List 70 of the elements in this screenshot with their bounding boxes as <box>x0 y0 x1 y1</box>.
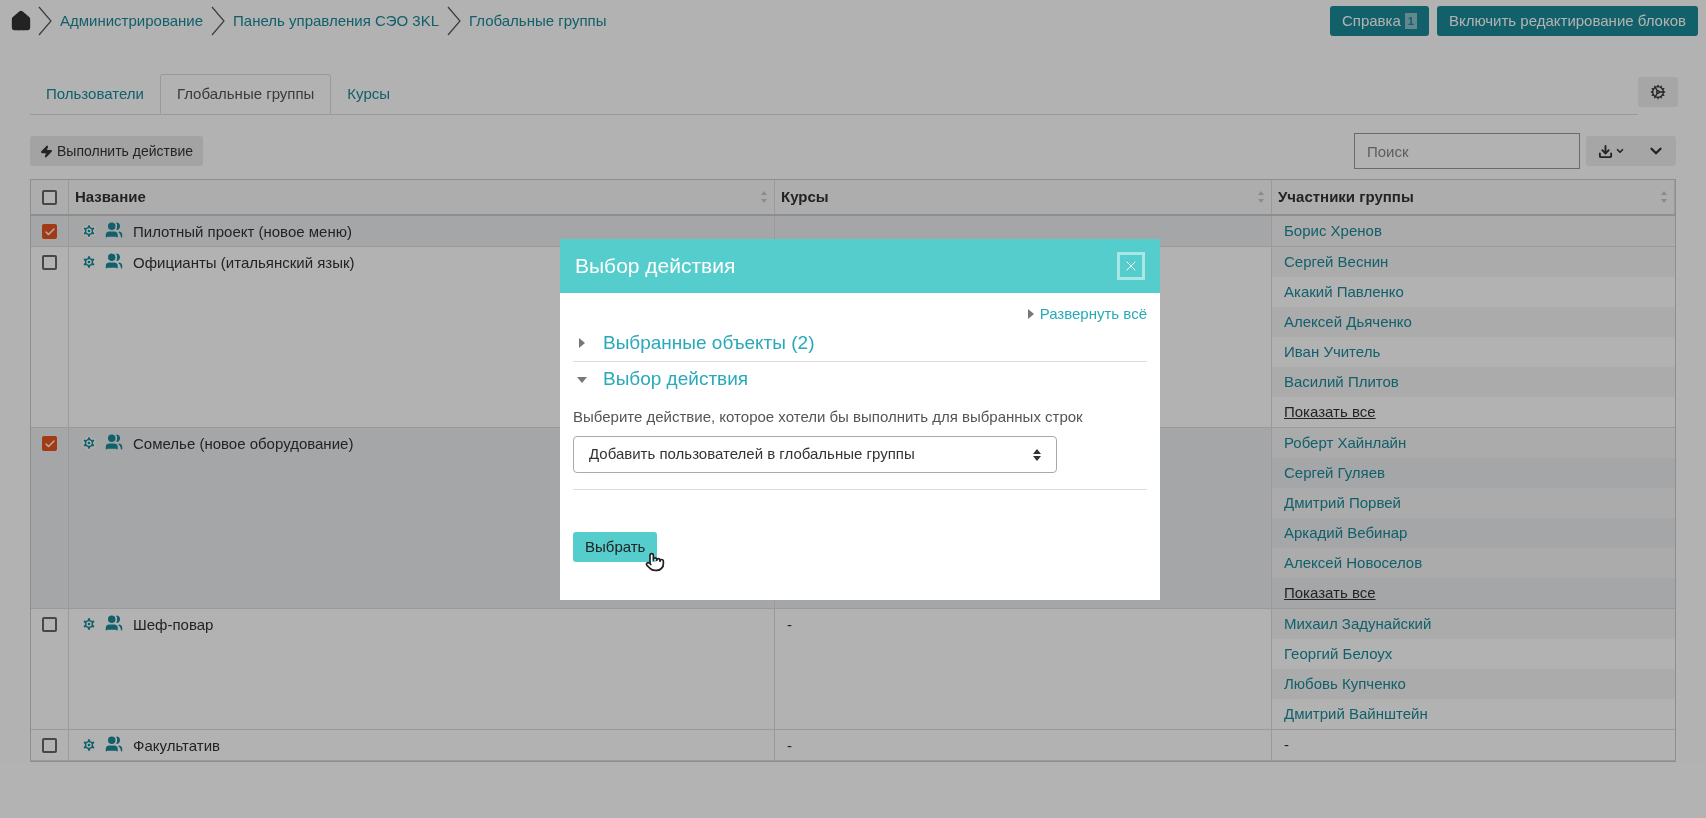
expand-all-link[interactable]: Развернуть всё <box>1039 303 1147 326</box>
breadcrumb-link[interactable]: Панель управления СЭО 3KL <box>233 9 439 33</box>
breadcrumb-link[interactable]: Администрирование <box>60 9 204 33</box>
action-button[interactable]: Выполнить действие <box>30 136 203 166</box>
row-checkbox[interactable] <box>42 224 57 239</box>
action-select[interactable]: Добавить пользователей в глобальные группы <box>573 436 1057 473</box>
chevron-icon <box>211 6 226 36</box>
submit-button[interactable]: Выбрать <box>573 532 658 562</box>
group-icon[interactable] <box>105 221 123 239</box>
gear-icon[interactable] <box>81 435 97 451</box>
tab[interactable]: Пользователи <box>30 74 160 114</box>
members-cell-text: - <box>1284 734 1289 755</box>
prompt-text: Выберите действие, которое хотели бы выполнить для выбранных строк <box>573 406 1084 427</box>
chevron-icon <box>447 6 461 36</box>
group-icon[interactable] <box>105 252 123 270</box>
settings-button[interactable] <box>1638 77 1678 107</box>
home-icon[interactable] <box>10 10 32 32</box>
chevron-icon <box>38 6 52 36</box>
row-checkbox[interactable] <box>42 738 57 753</box>
group-icon[interactable] <box>105 735 123 753</box>
tab[interactable]: Курсы <box>331 74 407 114</box>
tab[interactable]: Глобальные группы <box>159 74 332 114</box>
section-link[interactable]: Выбор действия <box>603 365 749 394</box>
member-link[interactable]: Борис Хренов <box>1284 219 1382 243</box>
lightning-icon <box>40 144 53 158</box>
breadcrumb-link[interactable]: Глобальные группы <box>469 9 607 33</box>
member-link[interactable]: Аркадий Вебинар <box>1284 521 1408 545</box>
member-link[interactable]: Акакий Павленко <box>1284 280 1404 304</box>
group-name: Шеф-повар <box>133 615 214 635</box>
row-checkbox[interactable] <box>42 436 57 451</box>
search-field[interactable]: Поиск <box>1354 133 1580 169</box>
member-link[interactable]: Дмитрий Вайнштейн <box>1284 702 1428 726</box>
column-header: Курсы <box>781 186 829 207</box>
cursor-icon <box>645 552 665 572</box>
settings-icon <box>1650 84 1666 100</box>
caret-down-icon[interactable] <box>577 374 587 385</box>
gear-icon[interactable] <box>81 616 97 632</box>
group-name: Пилотный проект (новое меню) <box>133 222 352 242</box>
column-header: Название <box>75 186 146 207</box>
download-icon <box>1597 143 1613 159</box>
help-button[interactable]: Справка 1 <box>1329 6 1429 36</box>
show-all-link[interactable]: Показать все <box>1284 581 1376 605</box>
courses-cell: - <box>787 737 792 754</box>
row-checkbox[interactable] <box>42 255 57 270</box>
group-name: Факультатив <box>133 736 220 756</box>
gear-icon[interactable] <box>81 737 97 753</box>
show-all-link[interactable]: Показать все <box>1284 400 1376 424</box>
gear-icon[interactable] <box>81 254 97 270</box>
group-icon[interactable] <box>105 433 123 451</box>
expand-icon <box>1027 309 1034 320</box>
group-name: Официанты (итальянский язык) <box>133 253 355 273</box>
help-badge: 1 <box>1404 12 1417 30</box>
caret-right-icon[interactable] <box>577 338 587 348</box>
row-checkbox[interactable] <box>42 189 57 205</box>
group-icon[interactable] <box>105 614 123 632</box>
collapse-button[interactable] <box>1636 136 1676 166</box>
edit-blocks-button[interactable]: Включить редактирование блоков <box>1436 6 1698 36</box>
modal-title: Выбор действия <box>575 253 736 280</box>
select-arrows-icon <box>1033 448 1041 461</box>
download-button[interactable] <box>1586 136 1636 166</box>
column-header: Участники группы <box>1278 186 1414 207</box>
group-name: Сомелье (новое оборудование) <box>133 434 354 454</box>
gear-icon[interactable] <box>81 223 97 239</box>
member-link[interactable]: Георгий Белоух <box>1284 642 1393 666</box>
caret-icon <box>1614 146 1625 156</box>
member-link[interactable]: Сергей Гуляев <box>1284 461 1386 485</box>
row-checkbox[interactable] <box>42 617 57 632</box>
member-link[interactable]: Иван Учитель <box>1284 340 1381 364</box>
section-link[interactable]: Выбранные объекты (2) <box>603 328 815 358</box>
courses-cell: - <box>787 616 792 633</box>
